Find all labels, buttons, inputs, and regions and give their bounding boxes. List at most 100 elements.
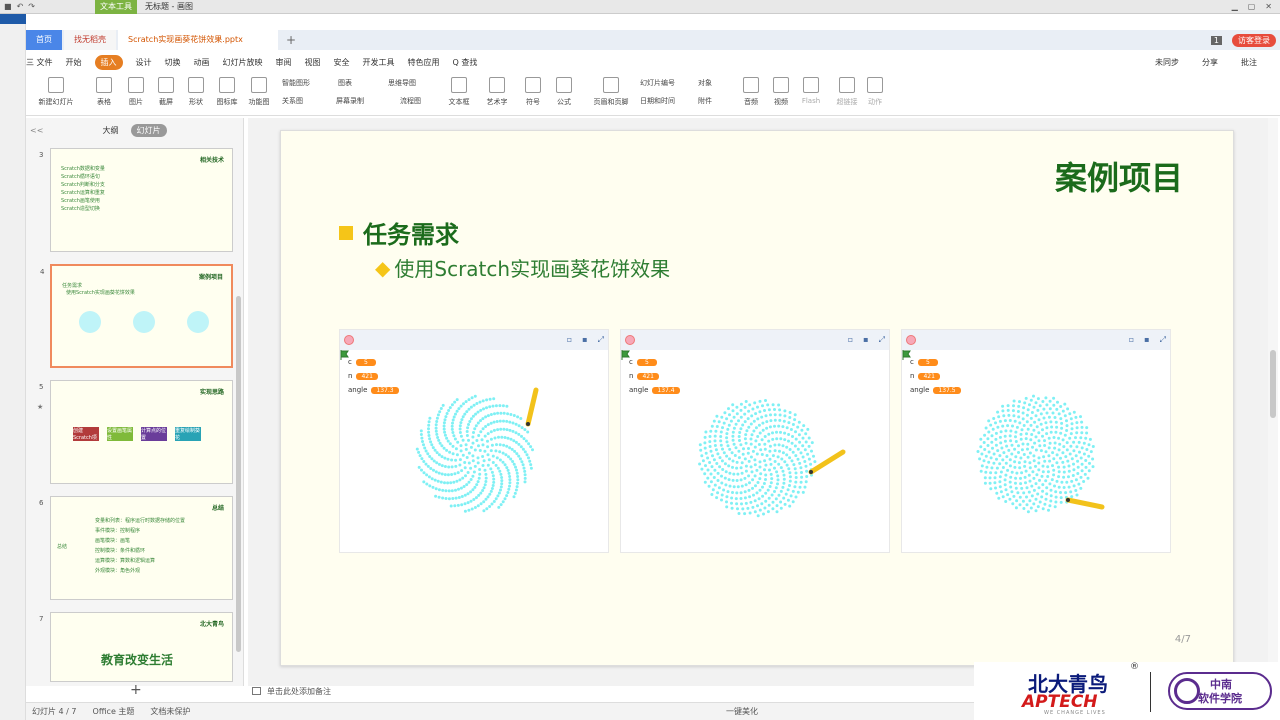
sync-status[interactable]: 未同步 — [1155, 57, 1179, 68]
symbol-button[interactable]: 符号 — [520, 72, 546, 107]
undo-icon[interactable]: ↶ — [17, 2, 24, 11]
pencil-tip — [1066, 498, 1070, 502]
chart-button[interactable]: 图表 — [338, 78, 352, 88]
login-button[interactable]: 访客登录 — [1232, 33, 1276, 47]
screen-record-button[interactable]: 屏幕录制 — [336, 96, 364, 106]
comment-button[interactable]: 批注 — [1241, 57, 1257, 68]
menu-view[interactable]: 视图 — [305, 57, 321, 68]
fullscreen-icon[interactable]: ⤢ — [598, 335, 604, 345]
add-slide-button[interactable]: + — [130, 682, 142, 698]
slide[interactable]: 案例项目 任务需求 ◆ 使用Scratch实现画葵花饼效果 ▫ ▪ ⤢ c5 n 421… — [280, 130, 1234, 666]
menu-search[interactable]: Q 查找 — [453, 57, 478, 68]
title-bar: ■ ↶ ↷ 文本工具 无标题 - 画图 ▁ ▢ ✕ — [0, 0, 1280, 14]
paint-left-strip — [0, 14, 26, 720]
new-tab-icon[interactable]: + — [286, 33, 296, 47]
tab-template[interactable]: 找无稻壳 — [64, 30, 116, 50]
small-stage-icon[interactable]: ▫ — [1129, 335, 1134, 345]
slide-thumbnail-7[interactable]: 7 北大青鸟 教育改变生活 — [39, 612, 233, 682]
small-stage-icon[interactable]: ▫ — [567, 335, 572, 345]
menu-review[interactable]: 审阅 — [276, 57, 292, 68]
collapse-panel-icon[interactable]: << — [30, 126, 43, 135]
tab-outline[interactable]: 大纲 — [103, 125, 119, 136]
menu-insert[interactable]: 插入 — [94, 54, 123, 70]
fullscreen-icon[interactable]: ⤢ — [879, 335, 885, 345]
slide-thumbnail-4[interactable]: 4 案例项目 任务需求 使用Scratch实现画葵花饼效果 — [40, 264, 233, 368]
sunflower-drawing — [415, 387, 539, 513]
slide-thumbnail-panel: << 大纲 幻灯片 3 相关技术 Scratch数据和变量 Scratch循环语… — [26, 118, 244, 686]
normal-stage-icon[interactable]: ▪ — [582, 335, 587, 345]
scratch-stage-2[interactable]: ▫ ▪ ⤢ c5 n 421 angle 137.4 — [620, 329, 890, 553]
relation-chart-button[interactable]: 关系图 — [282, 96, 303, 106]
normal-stage-icon[interactable]: ▪ — [1144, 335, 1149, 345]
object-button[interactable]: 对象 — [698, 78, 712, 88]
menu-transition[interactable]: 切换 — [165, 57, 181, 68]
protect-status[interactable]: 文档未保护 — [150, 706, 190, 717]
save-icon[interactable]: ■ — [4, 2, 12, 11]
menu-file[interactable]: 三 文件 — [26, 57, 53, 68]
canvas-scrollbar[interactable] — [1268, 118, 1278, 686]
flowchart-button[interactable]: 流程图 — [400, 96, 421, 106]
datetime-button[interactable]: 日期和时间 — [640, 96, 675, 106]
stop-icon[interactable] — [344, 335, 354, 345]
fullscreen-icon[interactable]: ⤢ — [1160, 335, 1166, 345]
flash-button[interactable]: Flash — [798, 72, 824, 105]
menu-animation[interactable]: 动画 — [194, 57, 210, 68]
normal-stage-icon[interactable]: ▪ — [863, 335, 868, 345]
menu-design[interactable]: 设计 — [136, 57, 152, 68]
menu-bar: 三 文件 开始 插入 设计 切换 动画 幻灯片放映 审阅 视图 安全 开发工具 … — [26, 52, 1280, 72]
menu-features[interactable]: 特色应用 — [408, 57, 440, 68]
theme-name[interactable]: Office 主题 — [93, 706, 135, 717]
scratch-stage-3[interactable]: ▫ ▪ ⤢ c5 n 421 angle 137.5 — [901, 329, 1171, 553]
attachment-button[interactable]: 附件 — [698, 96, 712, 106]
header-footer-button[interactable]: 页眉和页脚 — [588, 72, 634, 107]
icon-library-button[interactable]: 图标库 — [212, 72, 242, 107]
picture-button[interactable]: 图片 — [122, 72, 150, 107]
tab-slides[interactable]: 幻灯片 — [130, 123, 167, 137]
menu-security[interactable]: 安全 — [334, 57, 350, 68]
pencil-sprite — [525, 387, 539, 427]
formula-button[interactable]: 公式 — [550, 72, 578, 107]
slide-thumbnail-3[interactable]: 3 相关技术 Scratch数据和变量 Scratch循环语句 Scratch判… — [39, 148, 233, 252]
beautify-button[interactable]: 一键美化 — [726, 706, 758, 717]
panel-scrollbar[interactable] — [236, 296, 241, 652]
redo-icon[interactable]: ↷ — [28, 2, 35, 11]
menu-slideshow[interactable]: 幻灯片放映 — [223, 57, 263, 68]
stop-icon[interactable] — [625, 335, 635, 345]
slide-thumbnail-5[interactable]: 5 ★ 实现思路 创建Scratch项目 设置画笔属性 计算点的位置 重复绘制葵… — [37, 380, 233, 484]
new-slide-button[interactable]: 新建幻灯片 — [34, 72, 78, 107]
slide-title[interactable]: 案例项目 — [1055, 153, 1183, 199]
minimize-icon[interactable]: ▁ — [1232, 2, 1238, 11]
tab-document[interactable]: Scratch实现画葵花饼效果.pptx — [118, 30, 278, 50]
hyperlink-button[interactable]: 超链接 — [832, 72, 862, 107]
window-count-badge[interactable]: 1 — [1210, 35, 1222, 45]
function-chart-button[interactable]: 功能图 — [244, 72, 274, 107]
mindmap-button[interactable]: 思维导图 — [388, 78, 416, 88]
textbox-button[interactable]: 文本框 — [444, 72, 474, 107]
screenshot-button[interactable]: 截屏 — [152, 72, 180, 107]
smart-art-button[interactable]: 智能图形 — [282, 78, 310, 88]
task-description[interactable]: ◆ 使用Scratch实现画葵花饼效果 — [375, 253, 670, 282]
menu-devtools[interactable]: 开发工具 — [363, 57, 395, 68]
menu-start[interactable]: 开始 — [66, 57, 82, 68]
bullet-diamond-icon: ◆ — [375, 255, 391, 280]
insert-ribbon: 新建幻灯片 表格 图片 截屏 形状 图标库 功能图 智能图形 图表 关系图 屏幕… — [26, 72, 1280, 116]
thumbnail-preview — [79, 311, 209, 333]
action-button[interactable]: 动作 — [862, 72, 888, 107]
scratch-stage-1[interactable]: ▫ ▪ ⤢ c5 n 421 angle 137.3 — [339, 329, 609, 553]
video-button[interactable]: 视频 — [768, 72, 794, 107]
task-heading[interactable]: 任务需求 — [339, 215, 459, 250]
share-button[interactable]: 分享 — [1202, 57, 1218, 68]
table-button[interactable]: 表格 — [90, 72, 118, 107]
tab-home[interactable]: 首页 — [26, 30, 62, 50]
wordart-button[interactable]: 艺术字 — [482, 72, 512, 107]
shape-button[interactable]: 形状 — [182, 72, 210, 107]
stop-icon[interactable] — [906, 335, 916, 345]
small-stage-icon[interactable]: ▫ — [848, 335, 853, 345]
slide-thumbnail-6[interactable]: 6 总结 总结 变量和列表：程序运行时数据存储的位置 事件模块：控制程序 画笔模… — [39, 496, 233, 600]
slide-number-button[interactable]: 幻灯片编号 — [640, 78, 675, 88]
maximize-icon[interactable]: ▢ — [1248, 2, 1256, 11]
audio-button[interactable]: 音频 — [738, 72, 764, 107]
close-icon[interactable]: ✕ — [1265, 2, 1272, 11]
document-tab-bar: 首页 找无稻壳 Scratch实现画葵花饼效果.pptx + 1 访客登录 — [26, 30, 1280, 50]
context-tab[interactable]: 文本工具 — [94, 0, 137, 14]
